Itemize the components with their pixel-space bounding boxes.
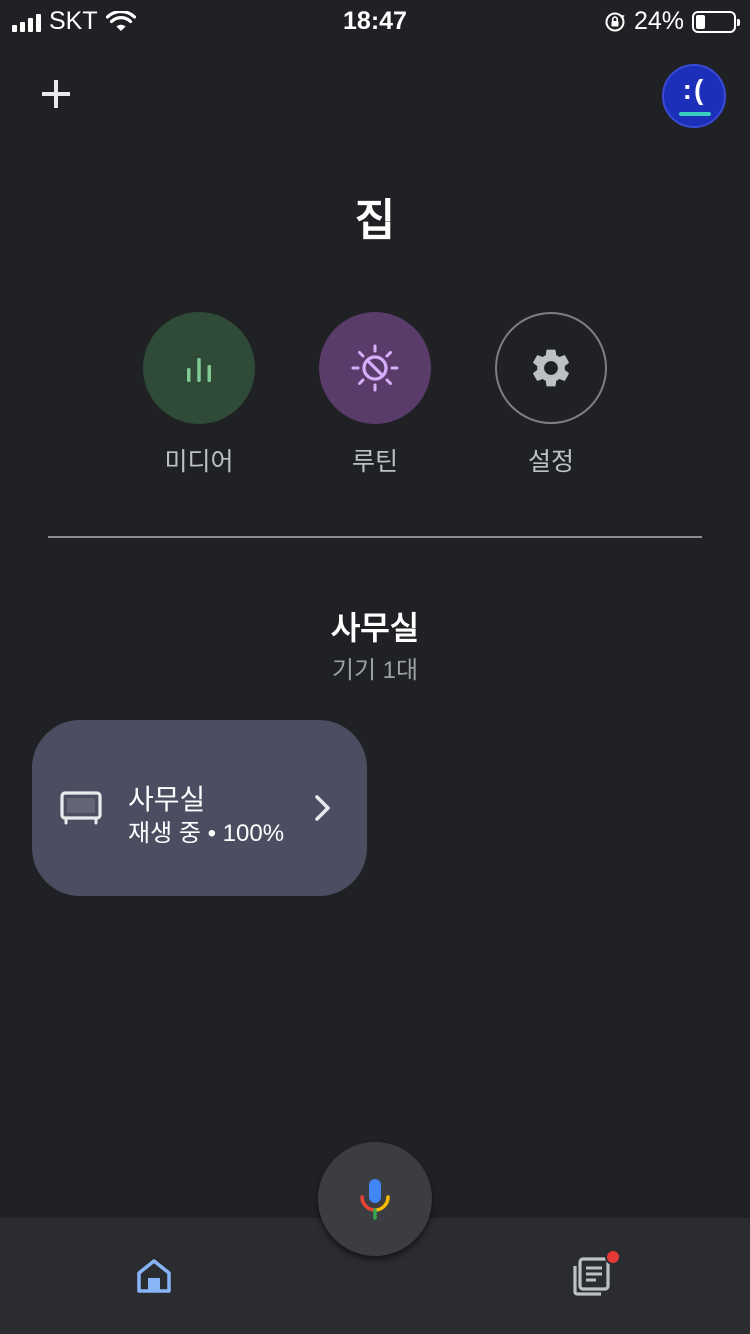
account-avatar[interactable]: :( [662, 64, 726, 128]
status-bar: SKT 18:47 24% [0, 0, 750, 40]
device-status: 재생 중 • 100% [128, 820, 285, 847]
room-title: 사무실 [330, 610, 420, 646]
chevron-right-icon [315, 795, 330, 821]
rotation-lock-icon [605, 12, 625, 31]
room-device-count: 기기 1대 [331, 657, 419, 684]
tv-icon [60, 791, 102, 825]
shortcut-routine-label: 루틴 [351, 448, 398, 476]
battery-percent: 24% [633, 7, 684, 35]
settings-circle[interactable] [495, 312, 607, 424]
shortcut-routine[interactable]: 루틴 [319, 312, 431, 478]
shortcut-media-label: 미디어 [164, 448, 234, 476]
add-button[interactable] [36, 74, 76, 114]
shortcut-settings[interactable]: 설정 [495, 312, 607, 478]
shortcut-media[interactable]: 미디어 [143, 312, 255, 478]
routine-sun-icon [351, 344, 399, 392]
status-right: 24% [604, 7, 740, 36]
battery-level [696, 14, 705, 29]
media-circle[interactable] [143, 312, 255, 424]
page-title: 집 [354, 196, 396, 245]
battery-icon [692, 10, 740, 33]
home-icon [137, 1259, 171, 1293]
notification-dot [605, 1249, 621, 1265]
device-name: 사무실 [128, 784, 206, 815]
routine-circle[interactable] [319, 312, 431, 424]
plus-icon [42, 80, 70, 108]
shortcut-settings-label: 설정 [527, 448, 574, 476]
mic-button[interactable] [318, 1142, 432, 1256]
avatar-decoration [679, 112, 711, 116]
avatar-text: :( [682, 74, 706, 105]
mic-icon [360, 1179, 390, 1220]
gear-icon [533, 349, 569, 387]
device-card[interactable]: 사무실 재생 중 • 100% [32, 720, 367, 896]
nav-home-button[interactable] [134, 1256, 174, 1301]
section-divider [48, 536, 702, 538]
equalizer-icon [187, 358, 211, 382]
